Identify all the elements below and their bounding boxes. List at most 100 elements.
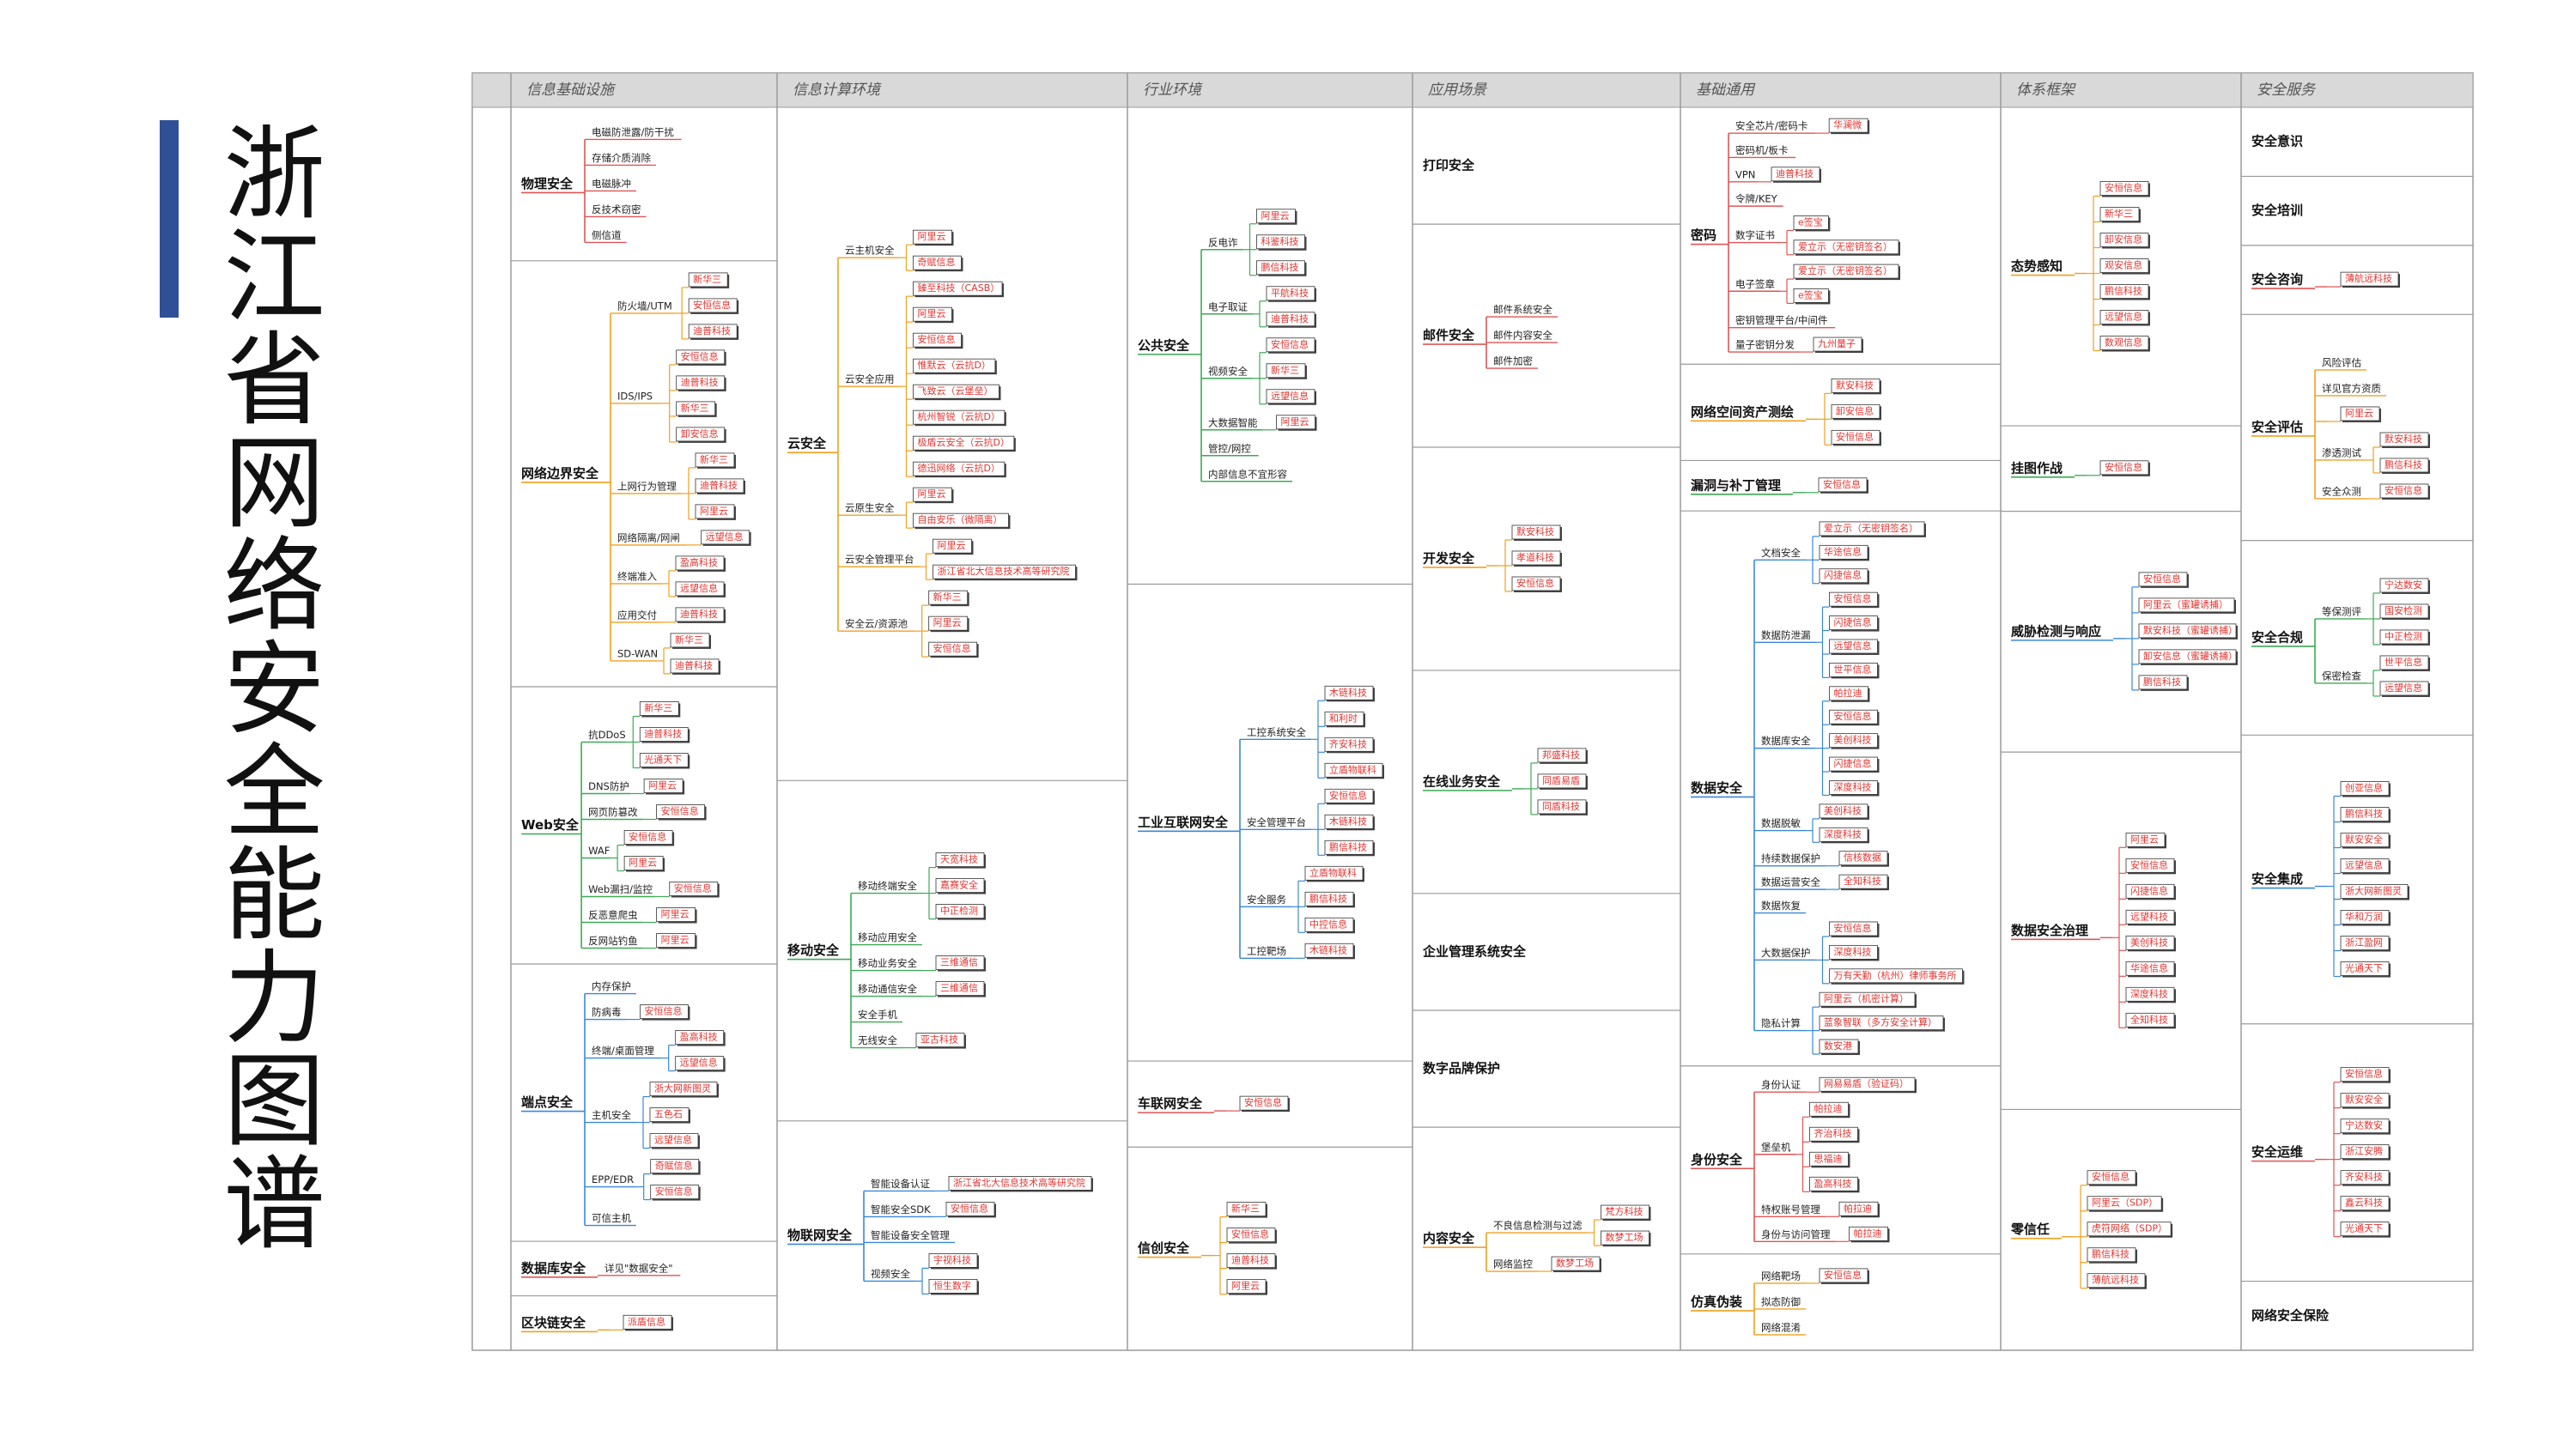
capability-label: 文档安全	[1761, 547, 1801, 559]
category-label: 安全评估	[2251, 419, 2303, 434]
capability-label: SD-WAN	[617, 647, 658, 659]
vendor-name: 世平信息	[2385, 656, 2422, 668]
column-header: 行业环境	[1143, 82, 1203, 99]
column-1: 云安全云主机安全阿里云奇赋信息云安全应用臻至科技（CASB）阿里云安恒信息惟默云…	[777, 229, 1127, 1295]
capability-label: 安全云/资源池	[845, 618, 908, 630]
vendor-name: 安恒信息	[1823, 478, 1861, 490]
vendor-name: 鹏信科技	[2345, 808, 2383, 820]
vendor-name: 默安科技	[1516, 525, 1554, 537]
capability-label: 网络混淆	[1761, 1321, 1801, 1333]
capability-label: 邮件加密	[1493, 355, 1533, 367]
vendor-name: 数安港	[1824, 1040, 1852, 1052]
vendor-name: 阿里云	[1261, 210, 1290, 221]
vendor-name: 远望信息	[1834, 640, 1872, 652]
vendor-name: 阿里云（SDP）	[2092, 1197, 2158, 1209]
vendor-name: 远望信息	[706, 530, 744, 543]
vendor-name: 远望科技	[2130, 910, 2168, 922]
vendor-name: 盈高科技	[680, 556, 718, 568]
vendor-name: 鹏信科技	[2092, 1248, 2129, 1260]
vendor-name: 安恒信息	[655, 1185, 693, 1197]
category-block: 安全集成 创亚信息鹏信科技默安安全远望信息浙大网新图灵华和万润浙江盈网光通天下	[2241, 734, 2473, 978]
vendor-name: 木链科技	[1329, 686, 1367, 698]
vendor-name: 思福迪	[1814, 1152, 1843, 1164]
vendor-name: 安恒信息	[681, 350, 719, 362]
vendor-name: 美创科技	[1834, 734, 1872, 746]
vendor-name: 安恒信息	[1834, 922, 1872, 934]
capability-label: 上网行为管理	[617, 480, 677, 492]
capability-label: EPP/EDR	[592, 1173, 634, 1185]
capability-label: 大数据智能	[1208, 416, 1258, 428]
vendor-name: 阿里云	[918, 488, 946, 500]
category-block: 密码安全芯片/密码卡 华澜微密码机/板卡VPN 迪普科技令牌/KEY数字证书e签宝爱…	[1691, 118, 1900, 354]
vendor-name: 远望信息	[680, 582, 718, 594]
capability-label: 电磁脉冲	[592, 178, 631, 190]
vendor-name: 数观信息	[2105, 336, 2142, 349]
capability-label: 身份与访问管理	[1761, 1228, 1831, 1240]
category-block: 安全意识	[2251, 134, 2303, 149]
capability-label: 防火墙/UTM	[617, 300, 672, 312]
capability-label: 移动应用安全	[858, 931, 917, 943]
category-label: 打印安全	[1423, 158, 1475, 173]
vendor-name: 新华三	[700, 453, 728, 465]
vendor-name: 默安科技（蜜罐诱捕）	[2143, 624, 2238, 636]
vendor-name: 安恒信息	[1244, 1096, 1282, 1108]
capability-label: 移动业务安全	[858, 957, 917, 969]
vendor-name: 邦盛科技	[1542, 749, 1580, 761]
vendor-name: 默安安全	[2345, 1094, 2383, 1106]
capability-label: 安全管理平台	[1247, 816, 1306, 828]
vendor-name: 帕拉迪	[1854, 1227, 1882, 1239]
vendor-name: 阿里云	[938, 540, 966, 551]
category-block: 数字品牌保护	[1413, 1009, 1680, 1076]
capability-label: 云安全应用	[845, 373, 895, 385]
vendor-name: 浙江省北大信息技术高等研究院	[953, 1176, 1085, 1188]
vendor-name: 安恒信息	[661, 804, 699, 816]
category-label: 数据安全治理	[2011, 923, 2088, 938]
capability-label: 数据运营安全	[1761, 876, 1820, 888]
vendor-name: 三维通信	[940, 957, 978, 968]
capability-label: 移动终端安全	[858, 880, 917, 892]
vendor-name: 信核数据	[1844, 852, 1881, 864]
column-header: 信息基础设施	[526, 82, 617, 99]
vendor-name: 宇视科技	[933, 1253, 971, 1265]
capability-label: 云原生安全	[845, 502, 895, 514]
category-block: 邮件安全 邮件系统安全邮件内容安全邮件加密	[1413, 223, 1680, 369]
vendor-name: 新华三	[1271, 364, 1299, 376]
vendor-name: 立盾物联科	[1329, 763, 1376, 775]
vendor-name: 阿里云	[648, 779, 677, 791]
category-block: 企业管理系统安全	[1413, 893, 1680, 959]
vendor-name: 安恒信息	[2345, 1068, 2383, 1080]
capability-label: 密码机/板卡	[1735, 144, 1788, 156]
capability-label: 网络监控	[1493, 1258, 1533, 1270]
category-label: 车联网安全	[1138, 1096, 1203, 1112]
category-label: 信创安全	[1138, 1240, 1190, 1256]
vendor-name: 爱立示（无密钥签名）	[1798, 240, 1893, 252]
vendor-name: 闪捷信息	[1834, 616, 1872, 628]
column-header: 信息计算环境	[793, 82, 882, 99]
vendor-name: 卸安信息	[2105, 233, 2142, 246]
vendor-name: 孝道科技	[1516, 551, 1554, 563]
vendor-name: 齐治科技	[1814, 1127, 1852, 1139]
vendor-name: 世平信息	[1834, 663, 1872, 675]
vendor-name: 浙大网新图灵	[2345, 885, 2402, 897]
vendor-name: 安恒信息	[1516, 577, 1554, 589]
vendor-name: 德迅网络（云抗D）	[918, 462, 1000, 474]
category-block: 公共安全反电诈阿里云科鉴科技鹏信科技电子取证平航科技迪普科技视频安全安恒信息新华…	[1138, 209, 1317, 482]
vendor-name: 木链科技	[1309, 943, 1347, 955]
column-0: 物理安全 电磁防泄露/防干扰存储介质消除电磁脉冲反技术窃密侧信道网络边界安全 防火墙…	[511, 126, 777, 1333]
capability-label: 数据库安全	[1761, 735, 1811, 747]
category-block: 态势感知 安恒信息新华三卸安信息观安信息鹏信科技远望信息数观信息	[2011, 181, 2150, 352]
capability-label: 渗透测试	[2322, 446, 2361, 458]
column-6: 安全意识安全培训安全咨询 薄航远科技安全评估风险评估详见官方资质阿里云渗透测试默安…	[2241, 134, 2473, 1323]
vendor-name: 齐安科技	[2345, 1171, 2383, 1183]
category-block: 数据安全文档安全爱立示（无密钥签名）华途信息闪捷信息数据防泄漏安恒信息闪捷信息远…	[1680, 510, 2001, 1056]
vendor-name: 中控信息	[1309, 918, 1347, 930]
category-block: 车联网安全 安恒信息	[1127, 1060, 1413, 1113]
vendor-name: e签宝	[1798, 215, 1823, 227]
category-block: 威胁检测与响应 安恒信息阿里云（蜜罐诱捕） 默安科技（蜜罐诱捕） 卸安信息（蜜罐诱捕）…	[2001, 510, 2241, 691]
vendor-name: 鑫云科技	[2345, 1197, 2383, 1209]
vendor-name: 帕拉迪	[1834, 687, 1862, 699]
vendor-name: 宁达数安	[2385, 579, 2422, 591]
vendor-name: 阿里云	[933, 617, 962, 628]
vendor-name: 阿里云	[2345, 408, 2373, 419]
vendor-name: 薄航远科技	[2092, 1274, 2139, 1286]
